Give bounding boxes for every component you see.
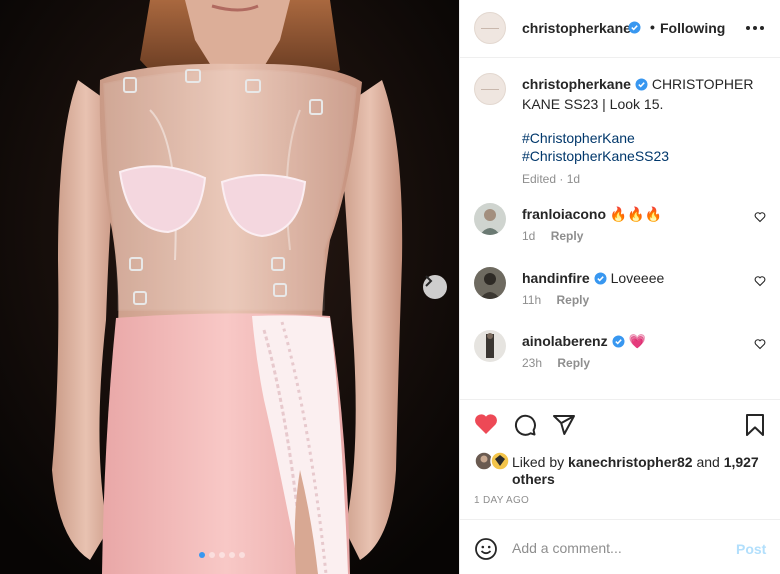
comment-item: ainolaberenz 💗 23h Reply (460, 330, 780, 392)
comment-like-icon[interactable] (754, 337, 766, 355)
comment-body: Loveeee (610, 270, 665, 286)
verified-icon (635, 77, 648, 95)
caption-username[interactable]: christopherkane (522, 76, 631, 92)
header-username[interactable]: christopherkane (522, 20, 631, 36)
carousel-dot (229, 552, 235, 558)
verified-icon (612, 334, 625, 352)
comment-username[interactable]: handinfire (522, 270, 590, 286)
comment-text: handinfire Loveeee (522, 269, 664, 289)
comment-username[interactable]: franloiacono (522, 206, 606, 222)
comment-username[interactable]: ainolaberenz (522, 333, 608, 349)
comment-input[interactable] (512, 534, 722, 562)
verified-icon (594, 271, 607, 289)
header-separator: • (650, 19, 655, 35)
post-caption: christopherkane CHRISTOPHER KANE SS23 | … (522, 75, 758, 188)
reply-button[interactable]: Reply (556, 293, 589, 307)
commenter-avatar[interactable] (474, 330, 506, 362)
caption-meta: Edited · 1d (522, 172, 581, 186)
verified-icon (628, 21, 641, 39)
post-panel: christopherkane • Following christopherk… (459, 0, 780, 574)
liker-avatars (474, 451, 514, 471)
carousel-dot (239, 552, 245, 558)
share-icon[interactable] (552, 413, 576, 442)
comment-age: 1d (522, 229, 536, 243)
post-comment-button[interactable]: Post (736, 541, 766, 557)
heart-icon[interactable] (474, 413, 498, 440)
reply-button[interactable]: Reply (551, 229, 584, 243)
post-timestamp[interactable]: 1 DAY AGO (474, 495, 529, 506)
hashtag-link[interactable]: #ChristopherKane (522, 129, 758, 147)
caption-avatar[interactable] (474, 73, 506, 105)
reply-button[interactable]: Reply (557, 356, 590, 370)
following-button[interactable]: Following (660, 20, 725, 36)
comment-like-icon[interactable] (754, 274, 766, 292)
carousel-dot (209, 552, 215, 558)
comment-body: 💗 (628, 333, 646, 349)
add-comment-bar: Post (460, 519, 780, 574)
profile-avatar[interactable] (474, 12, 506, 44)
comment-age: 11h (522, 293, 542, 307)
likes-prefix: Liked by (512, 454, 565, 470)
carousel-dot (219, 552, 225, 558)
comment-meta: 11h Reply (522, 293, 601, 307)
post-header: christopherkane • Following (460, 0, 780, 58)
comment-icon[interactable] (513, 413, 537, 442)
post-actions: Liked by kanechristopher82 and 1,927 oth… (460, 399, 780, 519)
comment-age: 23h (522, 356, 543, 370)
likes-summary: Liked by kanechristopher82 and 1,927 oth… (512, 454, 762, 488)
commenter-avatar[interactable] (474, 203, 506, 235)
post-photo[interactable] (0, 0, 459, 574)
comment-body: 🔥🔥🔥 (609, 206, 663, 222)
runway-image (0, 0, 459, 574)
carousel-dot (199, 552, 205, 558)
hashtag-link[interactable]: #ChristopherKaneSS23 (522, 147, 758, 165)
carousel-indicator (199, 552, 245, 558)
next-photo-button[interactable] (423, 275, 447, 299)
comment-like-icon[interactable] (754, 210, 766, 228)
comment-text: ainolaberenz 💗 (522, 332, 646, 352)
comment-item: handinfire Loveeee 11h Reply (460, 267, 780, 329)
comment-item: franloiacono 🔥🔥🔥 1d Reply (460, 203, 780, 265)
comment-text: franloiacono 🔥🔥🔥 (522, 205, 662, 223)
emoji-icon[interactable] (474, 537, 498, 566)
commenter-avatar[interactable] (474, 267, 506, 299)
more-icon[interactable] (746, 26, 764, 30)
comment-meta: 23h Reply (522, 356, 602, 370)
comments-scroll[interactable]: christopherkane CHRISTOPHER KANE SS23 | … (460, 59, 780, 399)
likes-and: and (696, 454, 720, 470)
liked-by-user[interactable]: kanechristopher82 (568, 454, 693, 470)
comment-meta: 1d Reply (522, 229, 595, 243)
save-icon[interactable] (744, 413, 766, 442)
